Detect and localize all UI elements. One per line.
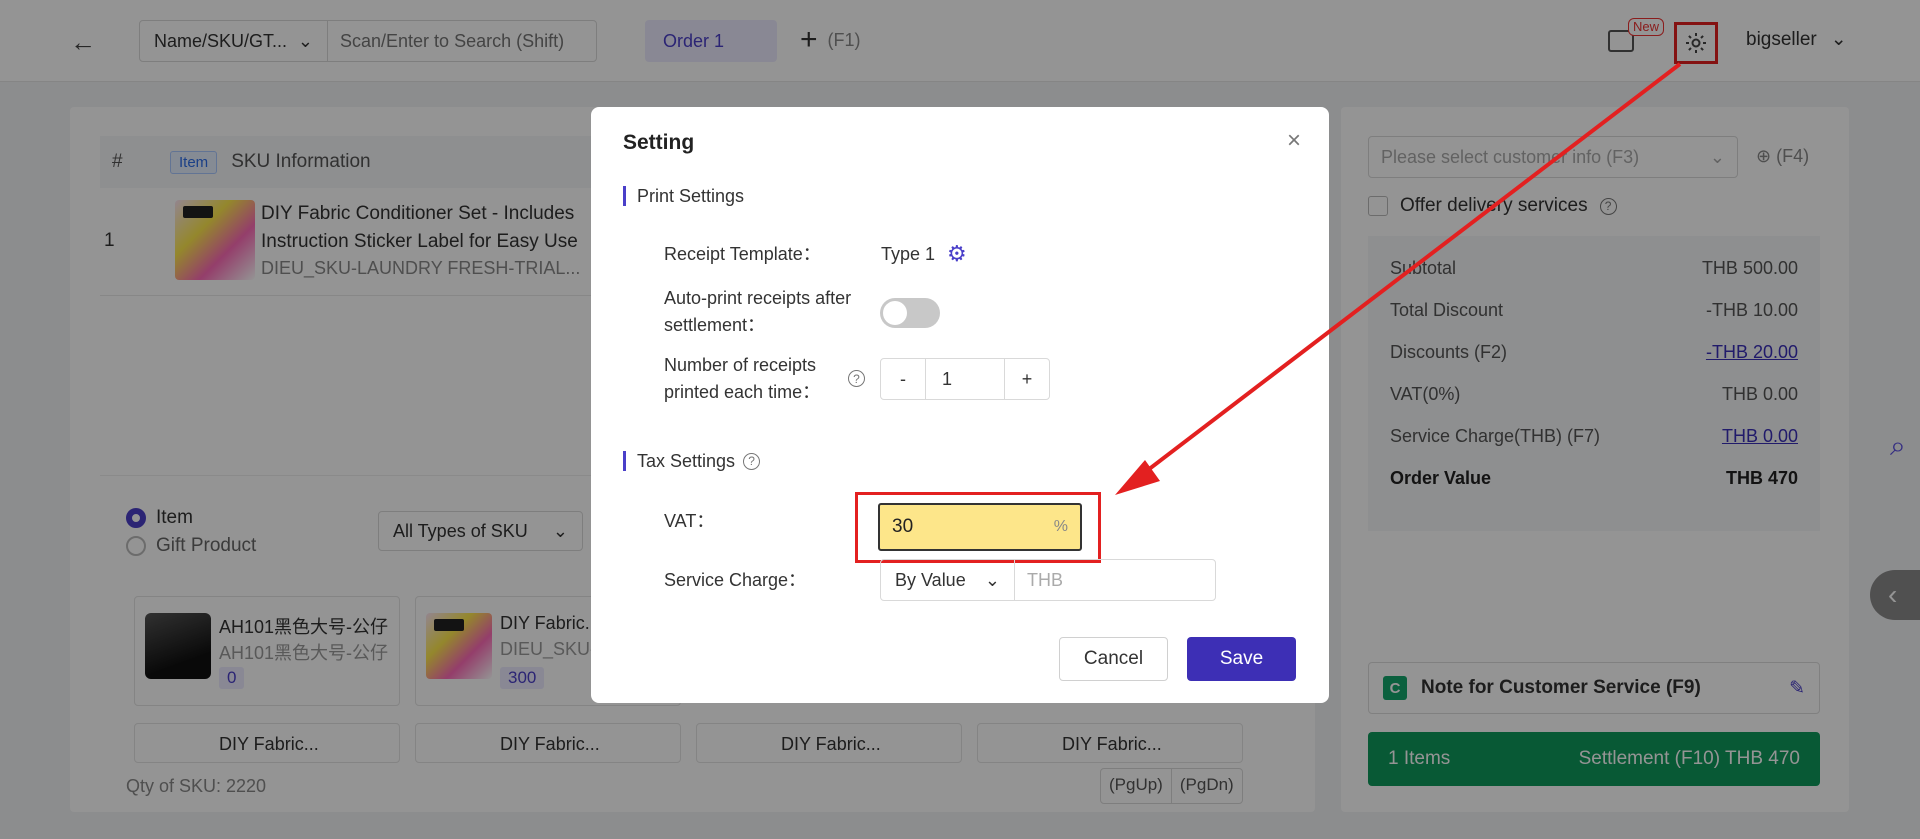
vat-value: 30 <box>892 516 914 537</box>
cancel-button[interactable]: Cancel <box>1059 637 1168 681</box>
service-charge-group: By Value ⌄ THB <box>880 559 1216 601</box>
service-amount-input[interactable]: THB <box>1015 560 1215 600</box>
receipt-template-value: Type 1 <box>881 243 936 264</box>
receipts-count-label: Number of receipts printed each time： <box>664 355 821 402</box>
receipt-template-label: Receipt Template： <box>664 244 821 264</box>
receipt-template: Type 1 ⚙ <box>881 241 967 267</box>
auto-print-toggle[interactable] <box>880 298 940 328</box>
help-icon[interactable]: ? <box>743 452 761 470</box>
tax-settings-label: Tax Settings <box>637 451 736 471</box>
receipts-count-stepper: - 1 + <box>880 358 1050 400</box>
save-button[interactable]: Save <box>1187 637 1296 681</box>
gear-icon[interactable]: ⚙ <box>947 241 967 267</box>
service-mode-select[interactable]: By Value ⌄ <box>881 560 1015 600</box>
service-charge-label: Service Charge： <box>664 570 807 590</box>
close-icon[interactable]: × <box>1287 129 1301 153</box>
increment-button[interactable]: + <box>1005 359 1049 399</box>
vat-label: VAT： <box>664 511 715 531</box>
settings-modal: Setting × Print Settings Receipt Templat… <box>591 107 1329 703</box>
service-mode-value: By Value <box>895 569 966 590</box>
receipts-count-input[interactable]: 1 <box>925 359 1005 399</box>
print-settings-heading: Print Settings <box>623 186 744 206</box>
help-icon[interactable]: ? <box>848 370 865 387</box>
vat-unit: % <box>1053 518 1068 535</box>
tax-settings-heading: Tax Settings ? <box>623 451 761 471</box>
modal-title: Setting <box>623 131 695 154</box>
chevron-down-icon: ⌄ <box>984 569 1000 590</box>
decrement-button[interactable]: - <box>881 359 925 399</box>
auto-print-label: Auto-print receipts after settlement： <box>664 288 852 335</box>
vat-input[interactable]: 30 % <box>878 503 1082 551</box>
